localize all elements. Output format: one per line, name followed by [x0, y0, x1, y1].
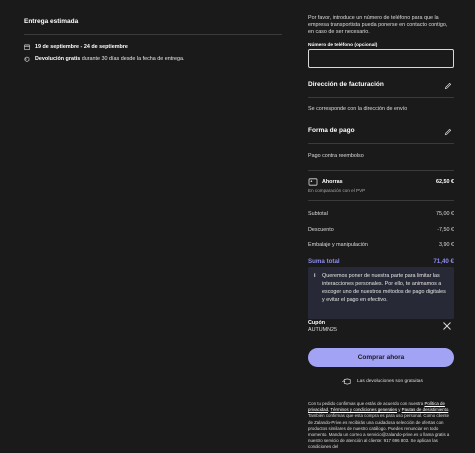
- edit-payment-icon[interactable]: [444, 128, 452, 136]
- return-box-icon: [342, 378, 351, 385]
- buy-now-button[interactable]: Comprar ahora: [308, 348, 454, 367]
- savings-label: Ahorras: [322, 179, 343, 185]
- delivery-title: Entrega estimada: [24, 18, 79, 25]
- free-returns-text: Las devoluciones son gratuitas: [357, 379, 423, 384]
- payment-title: Forma de pago: [308, 127, 355, 134]
- returns-rest: durante 30 días desde la fecha de entreg…: [80, 56, 185, 62]
- delivery-date-range: 19 de septiembre - 24 de septiembre: [35, 44, 128, 50]
- savings-value: 62,50 €: [436, 179, 454, 185]
- savings-subtext: En comparación con el PVP: [308, 188, 366, 193]
- total-value: 71,40 €: [433, 258, 454, 265]
- discount-value: -7,50 €: [437, 227, 454, 233]
- withdrawal-link[interactable]: Pautas de desistimiento: [402, 407, 449, 412]
- divider: [308, 170, 454, 171]
- coupon-label: Cupón: [308, 320, 326, 326]
- divider: [308, 97, 454, 98]
- shipping-label: Embalaje y manipulación: [308, 242, 368, 248]
- phone-help-text: Por favor, introduce un número de teléfo…: [308, 15, 448, 36]
- payment-text: Pago contra reembolso: [308, 153, 364, 159]
- legal-part: . También confirmas que esta compra es p…: [308, 407, 450, 450]
- subtotal-label: Subtotal: [308, 211, 328, 217]
- return-box-icon: [24, 56, 30, 62]
- terms-link[interactable]: Términos y condiciones generales: [330, 407, 397, 412]
- delivery-date-row: 19 de septiembre - 24 de septiembre: [24, 44, 128, 50]
- divider: [308, 143, 454, 144]
- billing-text: Se corresponde con la dirección de envío: [308, 106, 408, 112]
- calendar-icon: [24, 44, 30, 50]
- returns-text: Devolución gratis durante 30 días desde …: [35, 56, 185, 62]
- subtotal-row: Subtotal 75,00 €: [308, 211, 454, 217]
- legal-part: Con tu pedido confirmas que estás de acu…: [308, 401, 425, 406]
- cash-notice: i Queremos poner de nuestra parte para l…: [308, 267, 454, 319]
- price-tag-icon: [308, 178, 318, 186]
- phone-input[interactable]: [308, 49, 454, 68]
- billing-title: Dirección de facturación: [308, 81, 384, 88]
- shipping-value: 3,90 €: [439, 242, 454, 248]
- legal-text: Con tu pedido confirmas que estás de acu…: [308, 401, 454, 451]
- returns-row: Devolución gratis durante 30 días desde …: [24, 56, 185, 62]
- divider: [308, 200, 454, 201]
- discount-row: Descuento -7,50 €: [308, 227, 454, 233]
- remove-coupon-close-icon[interactable]: [442, 321, 452, 331]
- edit-billing-icon[interactable]: [444, 82, 452, 90]
- subtotal-value: 75,00 €: [436, 211, 454, 217]
- returns-bold: Devolución gratis: [35, 56, 81, 62]
- divider: [24, 34, 282, 35]
- free-returns-note: Las devoluciones son gratuitas: [342, 378, 423, 385]
- coupon-code: AUTUMN25: [308, 327, 338, 333]
- cash-notice-text: Queremos poner de nuestra parte para lim…: [322, 273, 446, 304]
- discount-label: Descuento: [308, 227, 334, 233]
- total-row: Suma total 71,40 €: [308, 258, 454, 265]
- total-label: Suma total: [308, 258, 340, 265]
- shipping-row: Embalaje y manipulación 3,90 €: [308, 242, 454, 248]
- phone-label: Número de teléfono (opcional): [308, 43, 378, 48]
- info-icon: i: [314, 273, 316, 279]
